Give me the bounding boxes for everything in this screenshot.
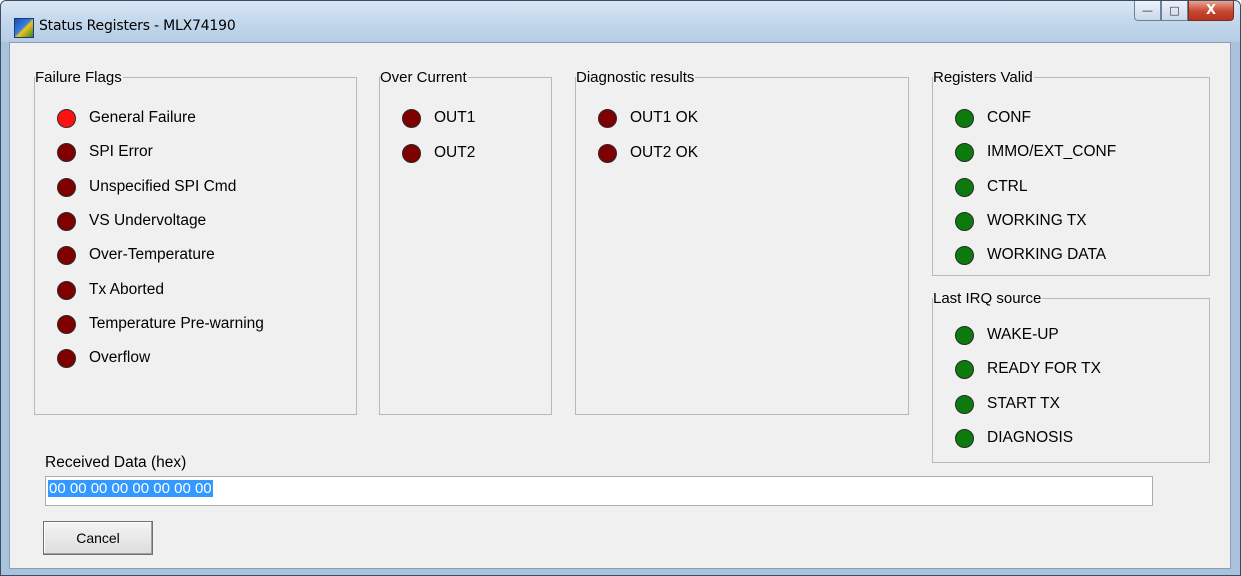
group-title: Over Current [380, 69, 468, 86]
status-indicator-row: DIAGNOSIS [955, 428, 1073, 448]
status-led-icon [955, 245, 974, 265]
status-label: OUT2 OK [630, 144, 699, 161]
status-led-icon [57, 348, 76, 368]
status-indicator-row: OUT1 OK [598, 108, 698, 128]
status-label: OUT1 OK [630, 109, 699, 126]
status-indicator-row: CONF [955, 108, 1031, 128]
status-indicator-row: CTRL [955, 177, 1027, 197]
status-indicator-row: Overflow [57, 348, 150, 368]
status-label: CTRL [987, 178, 1028, 195]
status-label: DIAGNOSIS [987, 429, 1074, 446]
status-label: Over-Temperature [89, 246, 215, 263]
status-led-icon [402, 108, 421, 128]
status-label: SPI Error [89, 143, 153, 160]
status-led-icon [955, 359, 974, 379]
status-led-icon [955, 211, 974, 231]
status-indicator-row: VS Undervoltage [57, 211, 206, 231]
status-label: WAKE-UP [987, 326, 1059, 343]
status-indicator-row: Unspecified SPI Cmd [57, 177, 236, 197]
status-led-icon [955, 108, 974, 128]
status-label: Overflow [89, 349, 151, 366]
status-led-icon [598, 143, 617, 163]
status-label: OUT2 [434, 144, 476, 161]
status-led-icon [57, 280, 76, 300]
over-current-group: Over Current OUT1 OUT2 [379, 69, 552, 415]
status-indicator-row: Temperature Pre-warning [57, 314, 264, 334]
status-indicator-row: START TX [955, 394, 1060, 414]
status-led-icon [955, 428, 974, 448]
status-led-icon [57, 177, 76, 197]
status-indicator-row: OUT2 [402, 143, 475, 163]
received-data-label: Received Data (hex) [45, 454, 187, 471]
status-registers-window: Status Registers - MLX74190 — □ X Failur… [0, 0, 1241, 576]
status-indicator-row: READY FOR TX [955, 359, 1101, 379]
status-label: Temperature Pre-warning [89, 315, 264, 332]
status-indicator-row: OUT1 [402, 108, 475, 128]
title-bar[interactable]: Status Registers - MLX74190 — □ X [1, 1, 1240, 42]
status-led-icon [57, 108, 76, 128]
status-led-icon [402, 143, 421, 163]
group-title: Last IRQ source [933, 290, 1043, 307]
app-icon [14, 18, 34, 38]
status-led-icon [57, 314, 76, 334]
received-data-field[interactable]: 00 00 00 00 00 00 00 00 [45, 476, 1153, 506]
failure-flags-group: Failure Flags General Failure SPI Error Un… [34, 69, 357, 415]
caption-buttons: — □ X [1134, 1, 1234, 23]
maximize-icon: □ [1169, 4, 1180, 17]
window-title: Status Registers - MLX74190 [39, 18, 236, 34]
status-led-icon [955, 177, 974, 197]
status-label: General Failure [89, 109, 196, 126]
status-indicator-row: WORKING DATA [955, 245, 1106, 265]
status-led-icon [955, 325, 974, 345]
status-led-icon [955, 142, 974, 162]
status-indicator-row: General Failure [57, 108, 196, 128]
received-data-value: 00 00 00 00 00 00 00 00 [48, 480, 213, 497]
status-label: WORKING TX [987, 212, 1087, 229]
status-indicator-row: Tx Aborted [57, 280, 164, 300]
status-label: CONF [987, 109, 1031, 126]
last-irq-source-group: Last IRQ source WAKE-UP READY FOR TX START… [932, 290, 1210, 463]
status-label: WORKING DATA [987, 246, 1107, 263]
group-title: Diagnostic results [576, 69, 696, 86]
status-label: Tx Aborted [89, 281, 164, 298]
status-label: VS Undervoltage [89, 212, 207, 229]
maximize-button[interactable]: □ [1161, 1, 1188, 21]
status-label: START TX [987, 395, 1060, 412]
status-indicator-row: SPI Error [57, 142, 153, 162]
status-led-icon [57, 211, 76, 231]
registers-valid-group: Registers Valid CONF IMMO/EXT_CONF CTRL WOR… [932, 69, 1210, 276]
minimize-icon: — [1142, 4, 1153, 17]
status-indicator-row: Over-Temperature [57, 245, 215, 265]
group-title: Registers Valid [933, 69, 1034, 86]
status-led-icon [955, 394, 974, 414]
status-led-icon [598, 108, 617, 128]
status-led-icon [57, 142, 76, 162]
cancel-button[interactable]: Cancel [43, 521, 153, 555]
status-indicator-row: WORKING TX [955, 211, 1087, 231]
close-button[interactable]: X [1188, 1, 1234, 21]
diagnostic-results-group: Diagnostic results OUT1 OK OUT2 OK [575, 69, 909, 415]
status-led-icon [57, 245, 76, 265]
status-indicator-row: OUT2 OK [598, 143, 698, 163]
status-indicator-row: IMMO/EXT_CONF [955, 142, 1116, 162]
status-label: READY FOR TX [987, 360, 1101, 377]
minimize-button[interactable]: — [1134, 1, 1161, 21]
close-icon: X [1205, 3, 1217, 18]
status-label: Unspecified SPI Cmd [89, 178, 237, 195]
status-label: IMMO/EXT_CONF [987, 143, 1117, 160]
group-title: Failure Flags [35, 69, 123, 86]
dialog-client-area: Failure Flags General Failure SPI Error Un… [9, 42, 1231, 569]
status-indicator-row: WAKE-UP [955, 325, 1059, 345]
status-label: OUT1 [434, 109, 476, 126]
